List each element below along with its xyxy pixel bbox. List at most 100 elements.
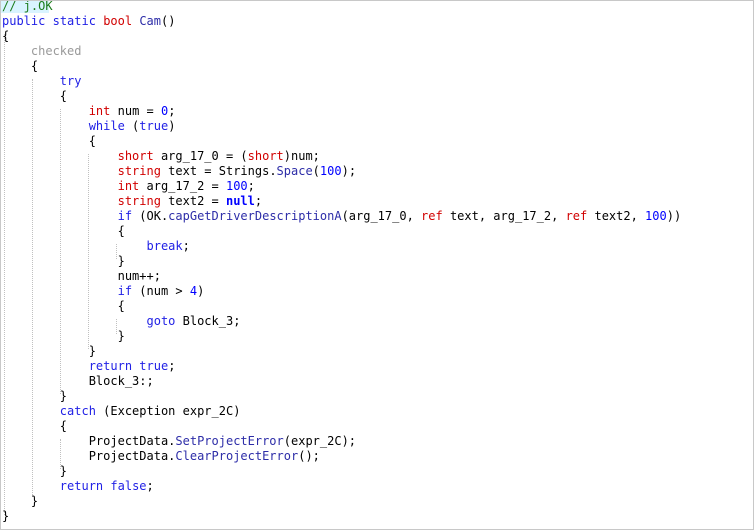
code-token: )num;: [283, 149, 320, 163]
code-token: if: [117, 209, 133, 223]
code-token: if: [117, 284, 133, 298]
code-line: catch (Exception expr_2C): [2, 404, 241, 419]
code-token: true: [139, 359, 169, 373]
code-token: 100: [319, 164, 342, 178]
code-token: Space: [276, 164, 313, 178]
code-line: ProjectData.SetProjectError(expr_2C);: [2, 434, 356, 449]
code-token: ref: [421, 209, 443, 223]
code-token: null: [225, 194, 255, 208]
code-token: {: [2, 89, 68, 103]
code-line: }: [2, 389, 67, 404]
code-token: ClearProjectError: [175, 449, 299, 463]
code-line: try: [2, 74, 82, 89]
code-token: }: [2, 389, 68, 403]
code-token: }: [2, 329, 125, 343]
code-token: public: [2, 14, 46, 28]
code-token: )): [666, 209, 682, 223]
code-token: );: [341, 164, 357, 178]
code-token: {: [2, 299, 125, 313]
code-line: {: [2, 299, 125, 314]
code-line: ProjectData.ClearProjectError();: [2, 449, 320, 464]
code-token: return: [59, 479, 104, 493]
code-token: text2 =: [160, 194, 226, 208]
code-token: ProjectData.: [2, 449, 176, 463]
code-line: string text = Strings.Space(100);: [2, 164, 356, 179]
code-line: }: [2, 329, 125, 344]
code-line: }: [2, 344, 96, 359]
code-token: }: [2, 344, 96, 358]
code-token: SetProjectError: [175, 434, 284, 448]
code-token: }: [2, 509, 10, 523]
code-token: (OK.: [132, 209, 169, 223]
code-token: 100: [645, 209, 667, 223]
code-token: short: [117, 149, 154, 163]
code-token: ;: [168, 359, 176, 373]
code-line: }: [2, 509, 9, 524]
code-token: {: [2, 224, 125, 238]
code-token: num++;: [2, 269, 161, 283]
code-line: {: [2, 59, 38, 74]
code-token: text2,: [587, 209, 646, 223]
code-token: text, arg_17_2,: [442, 209, 566, 223]
code-token: Block_3;: [175, 314, 241, 328]
code-token: }: [2, 464, 68, 478]
code-token: short: [247, 149, 284, 163]
code-token: string: [117, 194, 161, 208]
code-token: arg_17_2 =: [139, 179, 226, 193]
code-token: ;: [168, 104, 176, 118]
code-line: if (num > 4): [2, 284, 205, 299]
code-token: ;: [146, 479, 154, 493]
code-line: // j.OK: [2, 0, 53, 14]
code-line: while (true): [2, 119, 176, 134]
code-token: while: [88, 119, 125, 133]
code-token: int: [88, 104, 111, 118]
code-token: (: [312, 164, 320, 178]
code-token: 100: [225, 179, 248, 193]
code-token: ): [168, 119, 176, 133]
code-token: ref: [565, 209, 588, 223]
code-token: goto: [146, 314, 176, 328]
code-line: {: [2, 419, 67, 434]
code-line: return true;: [2, 359, 176, 374]
code-line: int arg_17_2 = 100;: [2, 179, 255, 194]
code-token: // j.OK: [2, 0, 53, 13]
code-token: ProjectData.: [2, 434, 176, 448]
code-token: {: [2, 59, 39, 73]
code-line: {: [2, 29, 9, 44]
code-token: (expr_2C);: [283, 434, 357, 448]
code-line: }: [2, 494, 38, 509]
code-line: short arg_17_0 = (short)num;: [2, 149, 320, 164]
code-token: string: [117, 164, 161, 178]
code-token: {: [2, 29, 10, 43]
code-line: return false;: [2, 479, 154, 494]
code-line: {: [2, 89, 67, 104]
code-line: string text2 = null;: [2, 194, 263, 209]
code-token: 4: [189, 284, 198, 298]
code-line: goto Block_3;: [2, 314, 241, 329]
code-token: {: [2, 419, 68, 433]
code-token: ;: [247, 179, 255, 193]
code-token: Block_3:;: [2, 374, 154, 388]
code-token: (): [161, 14, 176, 28]
code-line: }: [2, 464, 67, 479]
code-token: int: [117, 179, 140, 193]
code-line: break;: [2, 239, 190, 254]
code-viewer[interactable]: // j.OK public static bool Cam(){ checked…: [0, 0, 754, 530]
code-token: (arg_17_0,: [341, 209, 422, 223]
code-line: Block_3:;: [2, 374, 154, 389]
code-token: true: [139, 119, 169, 133]
code-editor-content[interactable]: // j.OK public static bool Cam(){ checked…: [1, 1, 753, 529]
